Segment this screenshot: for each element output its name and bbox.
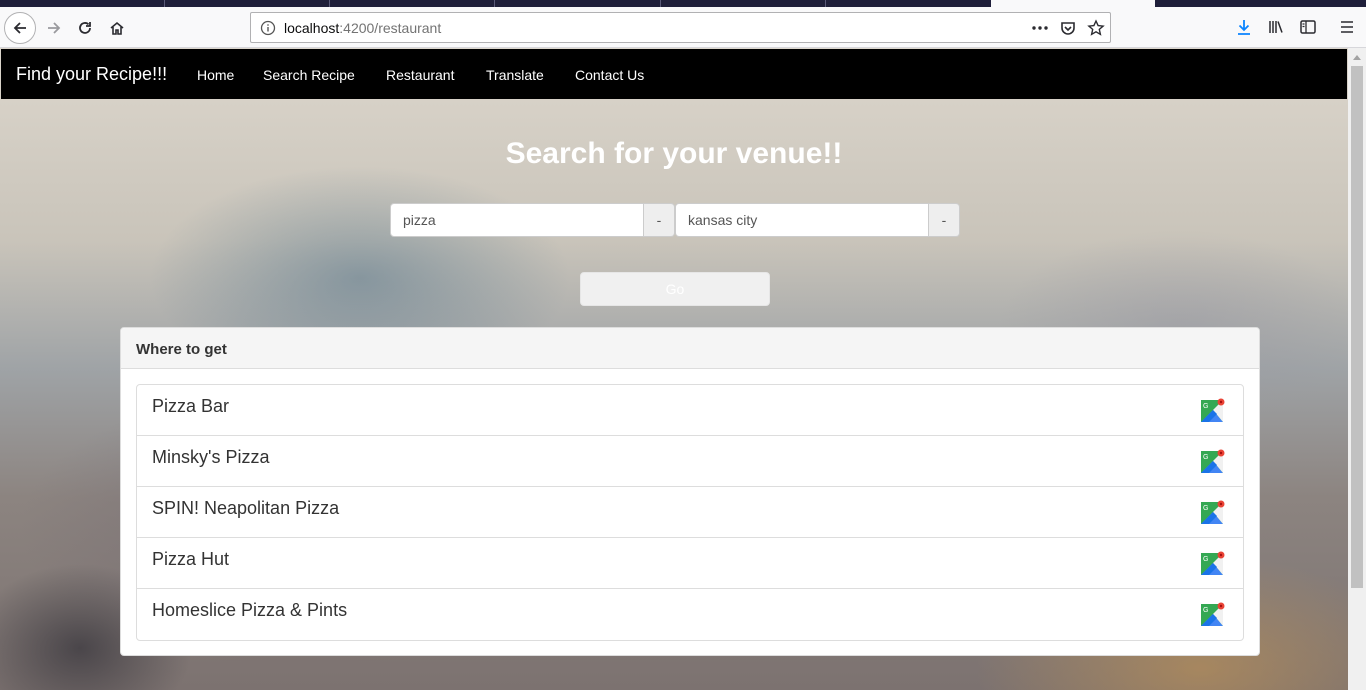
navbar: Find your Recipe!!! Home Search Recipe R… xyxy=(1,49,1347,99)
google-maps-icon[interactable] xyxy=(1200,448,1226,474)
tab-separator xyxy=(329,0,330,7)
arrow-right-icon xyxy=(48,22,61,34)
nav-link-translate[interactable]: Translate xyxy=(486,67,544,83)
tab-separator xyxy=(164,0,165,7)
query-input-group: - xyxy=(390,203,675,237)
reload-icon xyxy=(79,22,91,34)
query-input[interactable] xyxy=(390,203,644,237)
panel-heading: Where to get xyxy=(121,328,1259,369)
list-item: Minsky's Pizza xyxy=(137,436,1243,487)
go-button[interactable]: Go xyxy=(580,272,770,306)
scroll-up-icon[interactable] xyxy=(1348,48,1366,65)
url-path: :4200/restaurant xyxy=(339,20,442,36)
page-background: Find your Recipe!!! Home Search Recipe R… xyxy=(0,48,1348,690)
list-item: Homeslice Pizza & Pints xyxy=(137,589,1243,640)
brand-link[interactable]: Find your Recipe!!! xyxy=(16,64,167,85)
list-item: Pizza Bar xyxy=(137,385,1243,436)
forward-button[interactable] xyxy=(39,13,69,43)
google-maps-icon[interactable] xyxy=(1200,601,1226,627)
pocket-icon[interactable] xyxy=(1059,19,1077,37)
results-panel: Where to get Pizza Bar Minsky's Pizza SP… xyxy=(120,327,1260,656)
tab-separator xyxy=(660,0,661,7)
venue-name: SPIN! Neapolitan Pizza xyxy=(152,498,340,518)
star-bookmark-icon[interactable] xyxy=(1087,19,1105,37)
google-maps-icon[interactable] xyxy=(1200,550,1226,576)
more-actions-icon[interactable] xyxy=(1031,19,1049,37)
results-list: Pizza Bar Minsky's Pizza SPIN! Neapolita… xyxy=(136,384,1244,641)
page-scrollbar[interactable] xyxy=(1348,48,1366,690)
google-maps-icon[interactable] xyxy=(1200,397,1226,423)
tab-separator xyxy=(494,0,495,7)
list-item: Pizza Hut xyxy=(137,538,1243,589)
info-icon[interactable] xyxy=(260,20,276,36)
home-icon xyxy=(110,21,124,35)
tab-strip xyxy=(0,0,1366,7)
back-button[interactable] xyxy=(4,12,36,44)
location-input[interactable] xyxy=(675,203,929,237)
active-tab[interactable] xyxy=(991,0,1155,7)
nav-link-search-recipe[interactable]: Search Recipe xyxy=(263,67,355,83)
query-addon: - xyxy=(644,203,675,237)
venue-name: Pizza Bar xyxy=(152,396,230,416)
venue-name: Pizza Hut xyxy=(152,549,230,569)
sidebar-icon[interactable] xyxy=(1298,17,1318,37)
nav-link-restaurant[interactable]: Restaurant xyxy=(386,67,454,83)
location-addon: - xyxy=(929,203,960,237)
nav-link-home[interactable]: Home xyxy=(197,67,234,83)
arrow-left-icon xyxy=(13,22,26,34)
reload-button[interactable] xyxy=(70,13,100,43)
location-input-group: - xyxy=(675,203,960,237)
tab-separator xyxy=(825,0,826,7)
library-icon[interactable] xyxy=(1266,17,1286,37)
venue-name: Minsky's Pizza xyxy=(152,447,270,467)
menu-icon[interactable] xyxy=(1337,17,1357,37)
list-item: SPIN! Neapolitan Pizza xyxy=(137,487,1243,538)
url-text[interactable]: localhost:4200/restaurant xyxy=(284,20,441,36)
url-host: localhost xyxy=(284,20,340,36)
home-button[interactable] xyxy=(102,13,132,43)
browser-toolbar: localhost:4200/restaurant xyxy=(0,7,1366,48)
google-maps-icon[interactable] xyxy=(1200,499,1226,525)
download-icon[interactable] xyxy=(1234,17,1254,37)
venue-name: Homeslice Pizza & Pints xyxy=(152,600,348,620)
url-bar[interactable]: localhost:4200/restaurant xyxy=(250,12,1111,43)
scrollbar-thumb[interactable] xyxy=(1351,66,1363,588)
page-title: Search for your venue!! xyxy=(505,137,843,170)
nav-link-contact-us[interactable]: Contact Us xyxy=(575,67,644,83)
